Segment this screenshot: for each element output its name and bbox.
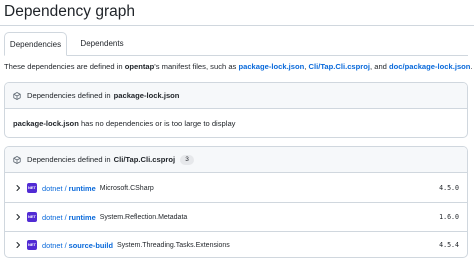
dependency-row[interactable]: NET dotnet / runtime System.Reflection.Meta… [5,203,467,232]
dependency-row[interactable]: NET dotnet / runtime Microsoft.CSharp 4.5.0 [5,174,467,203]
dotnet-avatar: NET [27,240,37,250]
slash-separator: / [64,240,67,250]
intro-prefix: These dependencies are defined in [4,62,125,71]
dotnet-avatar: NET [27,212,37,222]
dependency-row[interactable]: NET dotnet / source-build System.Threading.… [5,231,467,257]
manifest-body-text: has no dependencies or is too large to d… [78,119,236,128]
dependency-version: 4.5.0 [439,184,459,192]
intro-sep2: , and [370,62,389,71]
intro-text: These dependencies are defined in openta… [4,62,473,71]
dependency-version: 4.5.4 [439,241,459,249]
dotnet-avatar: NET [27,183,37,193]
tab-dependents[interactable]: Dependents [67,32,137,56]
page-title: Dependency graph [4,3,135,20]
dependency-scope[interactable]: source-build [69,241,113,250]
tabs-divider [4,55,468,56]
tab-dependencies[interactable]: Dependencies [4,32,67,56]
dependency-count-badge: 3 [180,154,195,165]
manifest-file-name: Cli/Tap.Cli.csproj [113,155,176,164]
dependency-ecosystem[interactable]: dotnet [42,213,63,222]
repo-name: opentap [124,62,155,71]
manifest-link-doc-package-lock[interactable]: doc/package-lock.json [389,62,470,71]
manifest-header: Dependencies defined in package-lock.jso… [5,83,467,109]
intro-suffix: . [470,62,473,71]
manifest-header: Dependencies defined in Cli/Tap.Cli.cspr… [5,147,467,173]
manifest-box-package-lock: Dependencies defined in package-lock.jso… [4,82,468,138]
dependency-name: System.Threading.Tasks.Extensions [116,241,230,249]
manifest-empty-message: package-lock.json has no dependencies or… [5,109,467,137]
dependency-version: 1.6.0 [439,213,459,221]
manifest-body-file: package-lock.json [13,119,79,128]
intro-middle: 's manifest files, such as [154,62,239,71]
manifest-link-tap-cli-csproj[interactable]: Cli/Tap.Cli.csproj [309,62,370,71]
chevron-right-icon[interactable] [14,213,22,221]
dependency-scope[interactable]: runtime [69,184,96,193]
manifest-header-prefix: Dependencies defined in [27,91,111,100]
package-icon [13,91,21,100]
dependency-name: Microsoft.CSharp [99,184,154,192]
dependency-name: System.Reflection.Metadata [99,213,188,221]
dependency-ecosystem[interactable]: dotnet [42,241,63,250]
package-icon [13,155,21,164]
slash-separator: / [64,212,67,222]
chevron-right-icon[interactable] [14,241,22,249]
dependency-ecosystem[interactable]: dotnet [42,184,63,193]
manifest-link-package-lock[interactable]: package-lock.json [238,62,304,71]
manifest-box-tap-cli-csproj: Dependencies defined in Cli/Tap.Cli.cspr… [4,146,468,258]
title-divider [0,25,474,26]
manifest-file-name: package-lock.json [113,91,180,100]
dependency-scope[interactable]: runtime [69,213,96,222]
slash-separator: / [64,183,67,193]
manifest-header-prefix: Dependencies defined in [27,155,111,164]
chevron-right-icon[interactable] [14,184,22,192]
